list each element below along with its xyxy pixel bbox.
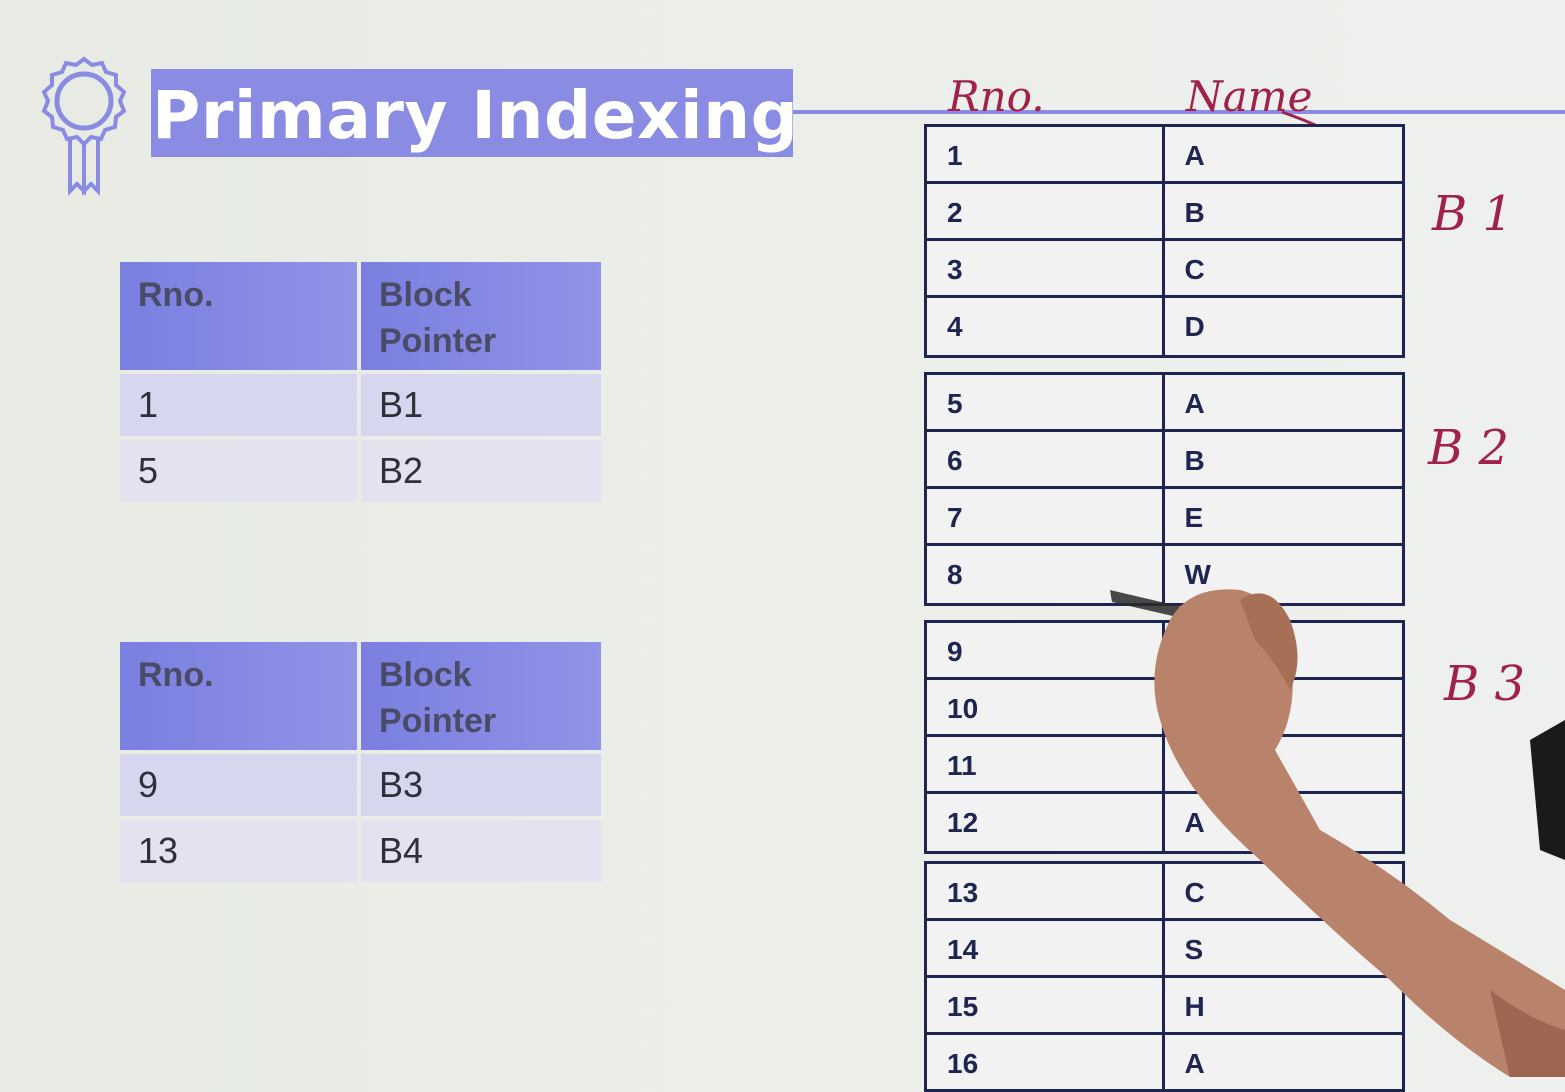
- cell-name: B: [1184, 445, 1205, 476]
- cell-rno: 2: [927, 184, 1165, 238]
- cell-name: I: [1184, 750, 1193, 781]
- page-title: Primary Indexing: [152, 77, 799, 154]
- cell-rno: 11: [927, 737, 1165, 791]
- cell-name: A: [1184, 1048, 1205, 1079]
- table-row: 13 B4: [120, 816, 601, 882]
- table-row: 5A: [927, 375, 1402, 432]
- table-row: 1 B1: [120, 370, 601, 436]
- cell-name: [1165, 680, 1403, 734]
- cell-name: A: [1184, 140, 1205, 171]
- cell-rno: 13: [120, 820, 357, 882]
- table-row: 14 S: [927, 921, 1402, 978]
- index-table-2: Rno. Block Pointer 9 B3 13 B4: [120, 642, 601, 882]
- cell-pointer: B2: [361, 440, 601, 502]
- index-table-header: Rno. Block Pointer: [120, 262, 601, 370]
- table-row: 16 A: [927, 1035, 1402, 1092]
- table-row: 9 B3: [120, 750, 601, 816]
- table-row: 4D: [927, 298, 1402, 355]
- cell-name: A: [1184, 388, 1205, 419]
- cell-rno: 5: [927, 375, 1165, 429]
- handwritten-b1: B 1: [1432, 186, 1514, 242]
- cell-rno: 9: [927, 623, 1165, 677]
- header-block-pointer: Block Pointer: [361, 642, 601, 750]
- cell-rno: 4: [927, 298, 1165, 355]
- cell-pointer: B1: [361, 374, 601, 436]
- handwritten-b3: B 3: [1444, 656, 1526, 712]
- cell-name: A: [1184, 807, 1205, 838]
- handwritten-rno-label: Rno.: [948, 72, 1045, 121]
- cell-rno: 5: [120, 440, 357, 502]
- title-rule: [793, 110, 1565, 114]
- table-row: 11 I: [927, 737, 1402, 794]
- table-row: 8W: [927, 546, 1402, 603]
- cell-rno: 9: [120, 754, 357, 816]
- index-table-header: Rno. Block Pointer: [120, 642, 601, 750]
- cell-name: D: [1184, 311, 1205, 342]
- cell-rno: 16: [927, 1035, 1165, 1089]
- cell-name: B: [1184, 197, 1205, 228]
- table-row: 2B: [927, 184, 1402, 241]
- cell-rno: 10: [927, 680, 1165, 734]
- cell-rno: 7: [927, 489, 1165, 543]
- table-row: 9: [927, 623, 1402, 680]
- header-rno: Rno.: [120, 642, 357, 750]
- table-row: 3C: [927, 241, 1402, 298]
- cell-name: C: [1184, 254, 1205, 285]
- table-row: 15 H: [927, 978, 1402, 1035]
- header-block-pointer: Block Pointer: [361, 262, 601, 370]
- cell-rno: 3: [927, 241, 1165, 295]
- cell-rno: 15: [927, 978, 1165, 1032]
- table-row: 5 B2: [120, 436, 601, 502]
- cell-name: W: [1184, 559, 1211, 590]
- handwritten-b2: B 2: [1428, 420, 1510, 476]
- table-row: 13 C: [927, 864, 1402, 921]
- data-block-4: 13 C 14 S 15 H 16 A: [924, 861, 1405, 1092]
- cell-name: [1165, 623, 1403, 677]
- cell-rno: 1: [927, 127, 1165, 181]
- cell-rno: 1: [120, 374, 357, 436]
- cell-rno: 12: [927, 794, 1165, 851]
- data-block-1: 1A 2B 3C 4D: [924, 124, 1405, 358]
- cell-name: E: [1184, 502, 1204, 533]
- award-ribbon-icon: [41, 56, 127, 196]
- cell-rno: 6: [927, 432, 1165, 486]
- table-row: 12 A: [927, 794, 1402, 851]
- data-block-2: 5A 6B 7E 8W: [924, 372, 1405, 606]
- cell-name: H: [1184, 991, 1205, 1022]
- cell-rno: 8: [927, 546, 1165, 603]
- index-table-1: Rno. Block Pointer 1 B1 5 B2: [120, 262, 601, 502]
- cell-rno: 14: [927, 921, 1165, 975]
- header-rno: Rno.: [120, 262, 357, 370]
- cell-name: C: [1184, 877, 1205, 908]
- table-row: 10: [927, 680, 1402, 737]
- cell-rno: 13: [927, 864, 1165, 918]
- table-row: 7E: [927, 489, 1402, 546]
- cell-name: S: [1184, 934, 1204, 965]
- cell-pointer: B3: [361, 754, 601, 816]
- data-block-3: 9 10 11 I 12 A: [924, 620, 1405, 854]
- table-row: 1A: [927, 127, 1402, 184]
- table-row: 6B: [927, 432, 1402, 489]
- cell-pointer: B4: [361, 820, 601, 882]
